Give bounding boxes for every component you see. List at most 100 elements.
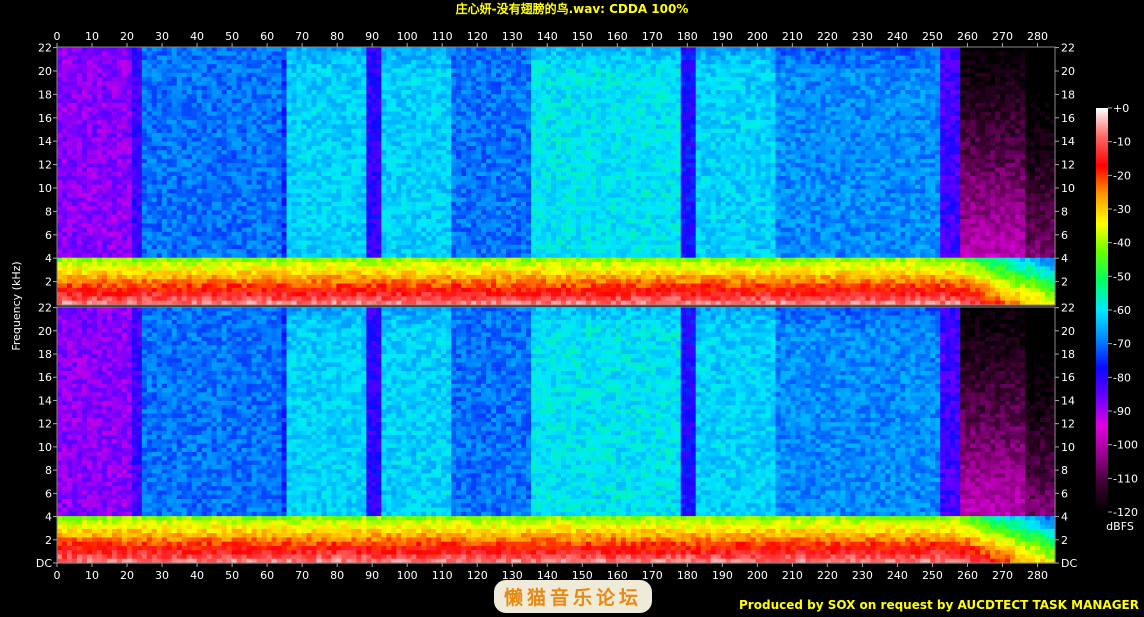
spectrogram-cell	[77, 271, 83, 276]
spectrogram-cell	[87, 228, 93, 233]
spectrogram-cell	[431, 262, 437, 267]
spectrogram-cell	[117, 86, 123, 91]
spectrogram-cell	[122, 64, 128, 69]
spectrogram-cell	[177, 99, 183, 104]
spectrogram-cell	[441, 262, 447, 267]
spectrogram-cell	[212, 176, 218, 181]
spectrogram-cell	[152, 206, 158, 211]
spectrogram-cell	[451, 219, 457, 224]
spectrogram-cell	[401, 253, 407, 258]
spectrogram-cell	[456, 103, 462, 108]
spectrogram-cell	[247, 180, 253, 185]
spectrogram-cell	[302, 284, 308, 289]
spectrogram-cell	[396, 210, 402, 215]
spectrogram-cell	[152, 107, 158, 112]
spectrogram-cell	[67, 241, 73, 246]
spectrogram-cell	[282, 271, 288, 276]
spectrogram-cell	[207, 155, 213, 160]
spectrogram-cell	[127, 198, 133, 203]
spectrogram-cell	[197, 124, 203, 129]
spectrogram-cell	[247, 219, 253, 224]
spectrogram-cell	[237, 185, 243, 190]
spectrogram-cell	[287, 253, 293, 258]
spectrogram-cell	[92, 193, 98, 198]
spectrogram-cell	[461, 241, 467, 246]
spectrogram-cell	[406, 124, 412, 129]
spectrogram-cell	[62, 142, 68, 147]
spectrogram-cell	[371, 124, 377, 129]
spectrogram-cell	[117, 163, 123, 168]
spectrogram-cell	[287, 180, 293, 185]
spectrogram-cell	[122, 180, 128, 185]
spectrogram-cell	[336, 262, 342, 267]
spectrogram-cell	[197, 176, 203, 181]
spectrogram-cell	[282, 210, 288, 215]
spectrogram-cell	[277, 90, 283, 95]
spectrogram-cell	[302, 47, 308, 52]
spectrogram-cell	[182, 206, 188, 211]
spectrogram-cell	[132, 185, 138, 190]
spectrogram-cell	[461, 90, 467, 95]
spectrogram-cell	[222, 112, 228, 117]
spectrogram-cell	[162, 73, 168, 78]
spectrogram-cell	[451, 86, 457, 91]
spectrogram-cell	[72, 81, 78, 86]
spectrogram-cell	[142, 60, 148, 65]
spectrogram-cell	[67, 112, 73, 117]
spectrogram-cell	[267, 107, 273, 112]
spectrogram-cell	[391, 146, 397, 151]
spectrogram-cell	[252, 198, 258, 203]
spectrogram-cell	[456, 176, 462, 181]
spectrogram-cell	[157, 60, 163, 65]
spectrogram-cell	[466, 107, 472, 112]
spectrogram-cell	[431, 241, 437, 246]
spectrogram-cell	[411, 60, 417, 65]
spectrogram-cell	[212, 266, 218, 271]
spectrogram-cell	[436, 146, 442, 151]
spectrogram-cell	[167, 271, 173, 276]
spectrogram-cell	[277, 241, 283, 246]
spectrogram-cell	[162, 90, 168, 95]
spectrogram-cell	[217, 219, 223, 224]
spectrogram-cell	[297, 81, 303, 86]
spectrogram-cell	[446, 56, 452, 61]
spectrogram-cell	[346, 94, 352, 99]
spectrogram-cell	[87, 223, 93, 228]
spectrogram-cell	[147, 94, 153, 99]
spectrogram-cell	[122, 51, 128, 56]
spectrogram-cell	[341, 271, 347, 276]
spectrogram-cell	[222, 253, 228, 258]
spectrogram-cell	[197, 69, 203, 74]
spectrogram-cell	[272, 120, 278, 125]
spectrogram-cell	[311, 81, 317, 86]
spectrogram-cell	[426, 206, 432, 211]
spectrogram-cell	[107, 112, 113, 117]
spectrogram-cell	[336, 279, 342, 284]
spectrogram-cell	[197, 137, 203, 142]
spectrogram-cell	[252, 86, 258, 91]
spectrogram-cell	[426, 163, 432, 168]
spectrogram-cell	[202, 47, 208, 52]
spectrogram-cell	[147, 219, 153, 224]
spectrogram-cell	[127, 258, 133, 263]
spectrogram-cell	[386, 137, 392, 142]
spectrogram-cell	[307, 94, 313, 99]
spectrogram-cell	[267, 142, 273, 147]
spectrogram-cell	[237, 202, 243, 207]
spectrogram-cell	[311, 266, 317, 271]
spectrogram-cell	[292, 245, 298, 250]
spectrogram-cell	[172, 284, 178, 289]
spectrogram-cell	[326, 56, 332, 61]
spectrogram-cell	[262, 56, 268, 61]
spectrogram-cell	[436, 77, 442, 82]
spectrogram-cell	[102, 266, 108, 271]
spectrogram-cell	[416, 210, 422, 215]
spectrogram-cell	[411, 51, 417, 56]
spectrogram-cell	[376, 185, 382, 190]
spectrogram-cell	[351, 258, 357, 263]
spectrogram-cell	[416, 253, 422, 258]
spectrogram-cell	[336, 69, 342, 74]
spectrogram-cell	[406, 249, 412, 254]
spectrogram-cell	[117, 284, 123, 289]
spectrogram-cell	[456, 163, 462, 168]
